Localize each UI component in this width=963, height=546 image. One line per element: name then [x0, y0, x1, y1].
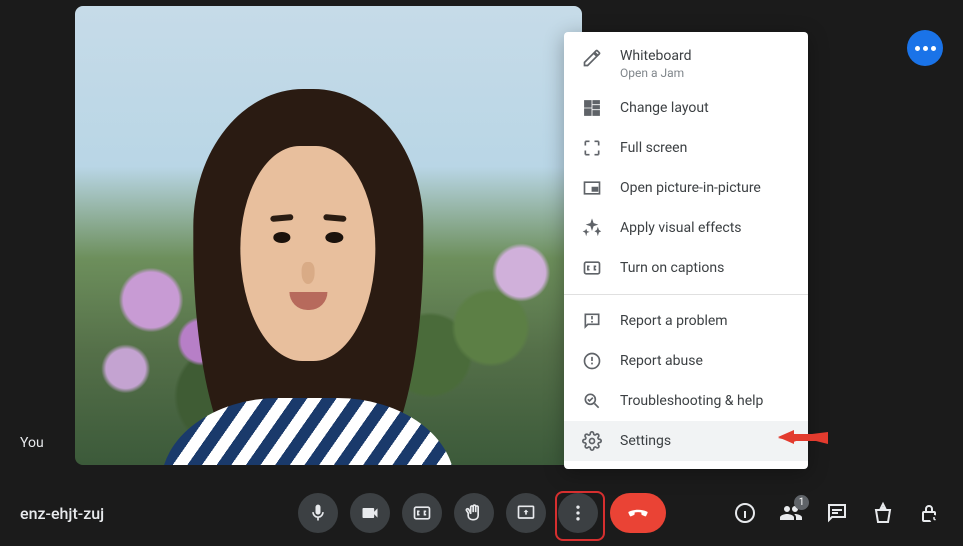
- chat-icon: [825, 501, 849, 525]
- participants-button[interactable]: 1: [777, 499, 805, 527]
- menu-item-troubleshoot[interactable]: Troubleshooting & help: [564, 381, 808, 421]
- menu-label: Report a problem: [620, 313, 728, 329]
- menu-label: Troubleshooting & help: [620, 393, 763, 409]
- menu-item-report-problem[interactable]: Report a problem: [564, 301, 808, 341]
- hangup-icon: [625, 500, 651, 526]
- mic-button[interactable]: [298, 493, 338, 533]
- menu-item-change-layout[interactable]: Change layout: [564, 88, 808, 128]
- bottom-bar: enz-ehjt-zuj 1: [0, 480, 963, 546]
- more-options-button[interactable]: [558, 493, 598, 533]
- participant-name-label: You: [20, 435, 44, 451]
- sparkle-icon: [582, 218, 602, 238]
- camera-button[interactable]: [350, 493, 390, 533]
- meeting-details-button[interactable]: [731, 499, 759, 527]
- chat-button[interactable]: [823, 499, 851, 527]
- fullscreen-icon: [582, 138, 602, 158]
- host-controls-button[interactable]: [915, 499, 943, 527]
- info-icon: [733, 501, 757, 525]
- menu-label: Whiteboard: [620, 48, 692, 64]
- hand-icon: [464, 503, 484, 523]
- cc-icon: [412, 503, 432, 523]
- menu-item-settings[interactable]: Settings: [564, 421, 808, 461]
- right-controls: 1: [731, 499, 943, 527]
- menu-item-whiteboard[interactable]: Whiteboard Open a Jam: [564, 40, 808, 88]
- feedback-icon: [582, 311, 602, 331]
- menu-label: Open picture-in-picture: [620, 180, 761, 196]
- menu-label: Turn on captions: [620, 260, 724, 276]
- center-controls: [298, 493, 666, 533]
- menu-item-captions[interactable]: Turn on captions: [564, 248, 808, 288]
- layout-icon: [582, 98, 602, 118]
- raise-hand-button[interactable]: [454, 493, 494, 533]
- captions-button[interactable]: [402, 493, 442, 533]
- video-placeholder: [75, 6, 582, 465]
- gear-icon: [582, 431, 602, 451]
- menu-item-visual-effects[interactable]: Apply visual effects: [564, 208, 808, 248]
- hangup-button[interactable]: [610, 493, 666, 533]
- activities-icon: [871, 501, 895, 525]
- tile-overflow-button[interactable]: [907, 30, 943, 66]
- menu-item-pip[interactable]: Open picture-in-picture: [564, 168, 808, 208]
- troubleshoot-icon: [582, 391, 602, 411]
- self-video-tile: [75, 6, 582, 465]
- camera-icon: [360, 503, 380, 523]
- present-icon: [516, 503, 536, 523]
- menu-item-report-abuse[interactable]: Report abuse: [564, 341, 808, 381]
- more-vert-icon: [568, 503, 588, 523]
- menu-label: Settings: [620, 433, 671, 449]
- menu-label: Full screen: [620, 140, 687, 156]
- more-options-menu: Whiteboard Open a Jam Change layout Full…: [564, 32, 808, 469]
- pencil-icon: [582, 48, 602, 68]
- menu-label: Report abuse: [620, 353, 703, 369]
- menu-item-full-screen[interactable]: Full screen: [564, 128, 808, 168]
- menu-label: Change layout: [620, 100, 709, 116]
- menu-separator: [564, 294, 808, 295]
- captions-icon: [582, 258, 602, 278]
- present-button[interactable]: [506, 493, 546, 533]
- menu-label: Apply visual effects: [620, 220, 742, 236]
- meeting-code[interactable]: enz-ehjt-zuj: [20, 504, 104, 523]
- lock-icon: [917, 501, 941, 525]
- menu-sublabel: Open a Jam: [620, 66, 692, 80]
- participants-badge: 1: [794, 495, 809, 510]
- report-abuse-icon: [582, 351, 602, 371]
- mic-icon: [308, 503, 328, 523]
- activities-button[interactable]: [869, 499, 897, 527]
- pip-icon: [582, 178, 602, 198]
